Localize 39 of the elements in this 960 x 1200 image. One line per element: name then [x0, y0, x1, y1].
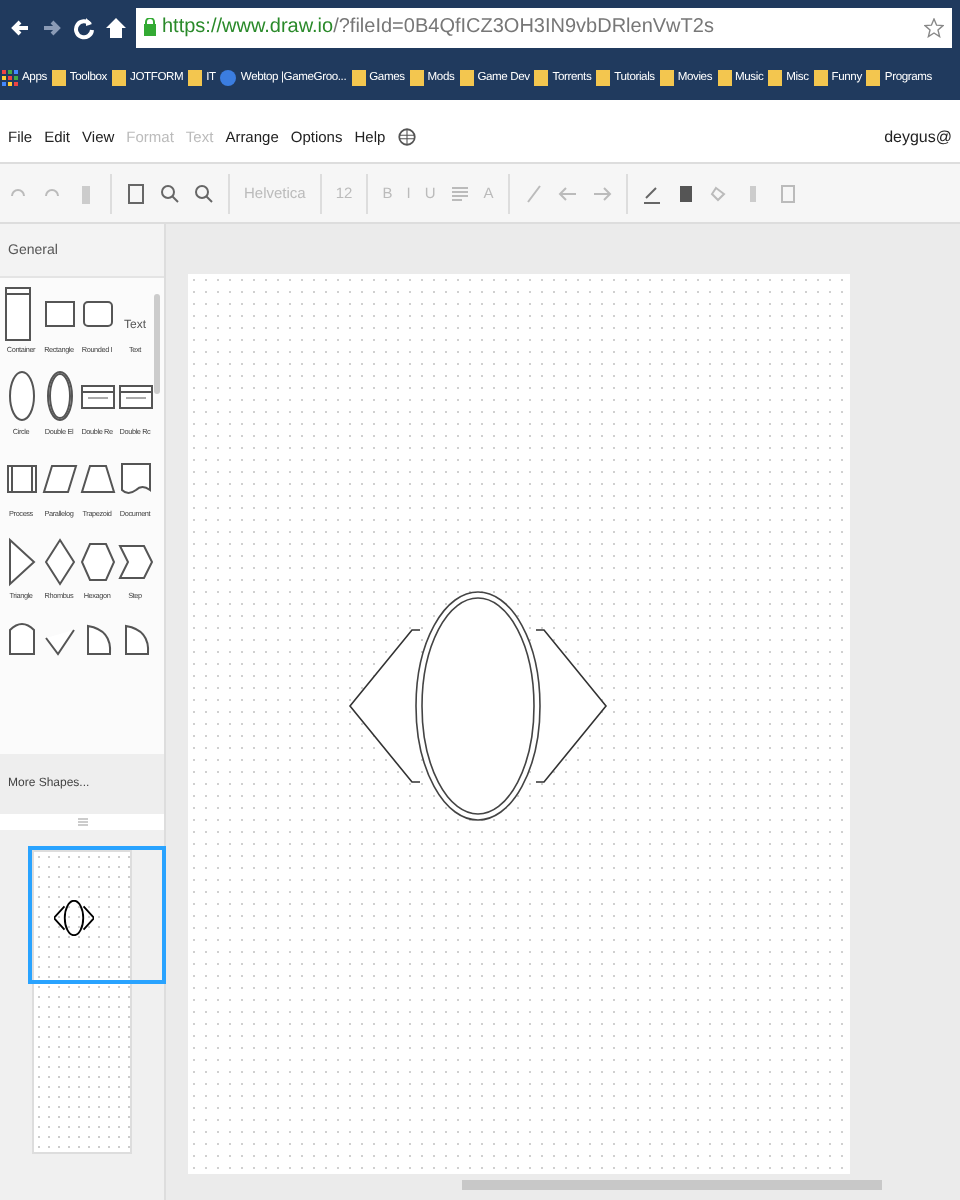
folder-icon	[596, 69, 611, 85]
viewport-frame[interactable]	[28, 846, 166, 984]
shape-icon[interactable]	[41, 368, 77, 424]
folder-icon	[866, 69, 881, 85]
shape-icon[interactable]	[3, 532, 39, 588]
diagram-thumbnail-icon	[54, 900, 94, 936]
globe-icon	[220, 69, 237, 85]
folder-icon	[459, 69, 474, 85]
home-icon[interactable]	[104, 15, 128, 39]
zoom-out-icon[interactable]	[194, 183, 214, 203]
star-icon[interactable]	[924, 17, 944, 37]
folder-icon	[813, 69, 828, 85]
back-icon[interactable]	[8, 15, 32, 39]
apps-grid-icon	[2, 69, 18, 85]
fit-page-icon[interactable]	[126, 183, 146, 203]
hexagon-side[interactable]	[535, 629, 608, 783]
folder-icon	[409, 69, 424, 85]
user-name: deygus@	[884, 127, 952, 145]
folder-icon	[717, 69, 732, 85]
shape-icon[interactable]	[3, 368, 39, 424]
hexagon-side[interactable]	[348, 629, 421, 783]
reload-icon[interactable]	[72, 15, 96, 39]
folder-icon	[188, 69, 203, 85]
zoom-in-icon[interactable]	[160, 183, 180, 203]
splitter-handle-icon[interactable]	[77, 818, 87, 826]
scrollbar[interactable]	[154, 294, 160, 394]
pen-icon[interactable]	[641, 183, 662, 203]
folder-icon	[112, 69, 127, 85]
forward-icon[interactable]	[40, 15, 64, 39]
folder-icon	[51, 69, 66, 85]
folder-icon	[351, 69, 366, 85]
folder-icon	[659, 69, 674, 85]
globe-icon[interactable]	[397, 127, 416, 145]
scrollbar[interactable]	[462, 1180, 882, 1190]
lock-icon	[144, 18, 156, 36]
folder-icon	[768, 69, 783, 85]
address-field[interactable]: https://www.draw.io/?fileId=0B4QfICZ3OH3IN9vbDRlenVwT2s	[136, 7, 952, 47]
fill-icon[interactable]	[675, 183, 696, 203]
folder-icon	[534, 69, 549, 85]
